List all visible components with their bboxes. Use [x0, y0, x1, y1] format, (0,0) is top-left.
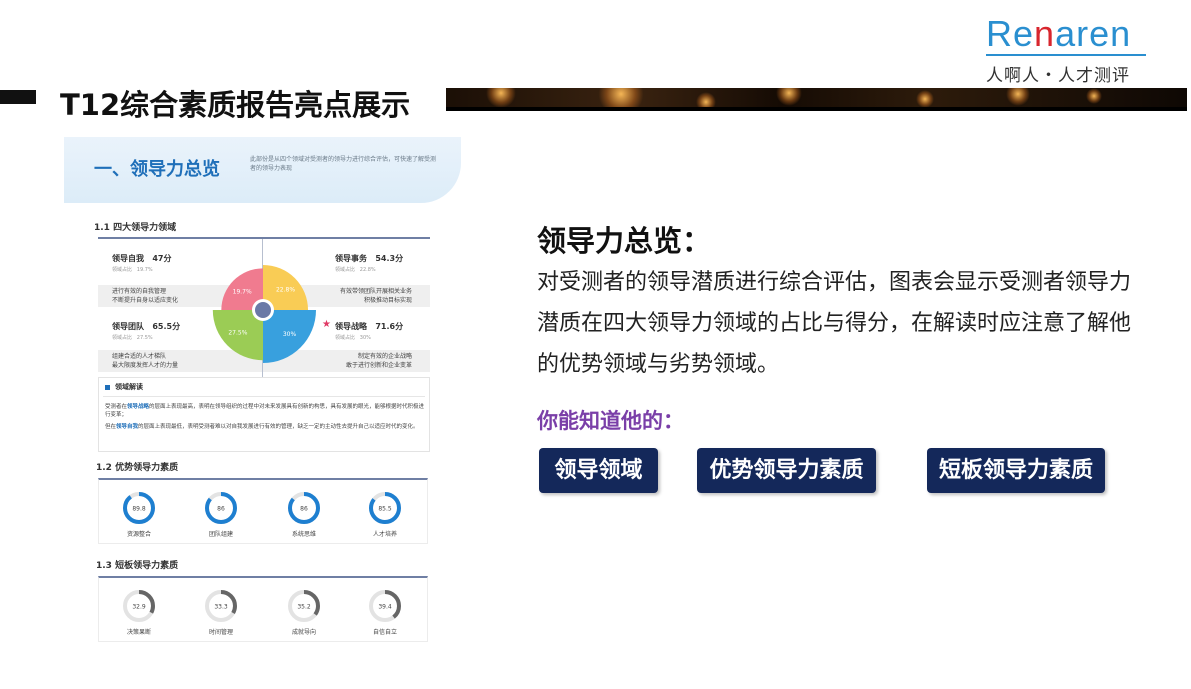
strength-item: 85.5 人才培养	[355, 490, 415, 538]
preview-section-desc: 此部份是从四个领域对受测者的领导力进行综合评估，可快速了解受测者的领导力表现	[250, 156, 437, 172]
strength-ring: 89.8	[123, 492, 155, 524]
weakness-ring-value: 32.9	[132, 604, 146, 611]
strength-ring-value: 86	[217, 506, 225, 513]
quadrant-share-affairs: 领域占比 22.8%	[335, 267, 376, 273]
weakness-ring: 32.9	[123, 590, 155, 622]
interpretation-paragraph-1: 受测者在领导战略的层面上表现最高，表明在领导组织的过程中对未来发展具有创新的构思…	[105, 404, 425, 418]
rose-center-dot	[255, 302, 271, 318]
rose-slice-team-label: 27.5%	[228, 330, 247, 337]
bullet-square-icon	[105, 384, 110, 390]
quadrant-desc-strategy: 制定有效的企业战略 敢于进行创新和企业变革	[345, 353, 412, 369]
strength-ring-value: 86	[300, 506, 308, 513]
weakness-ring-label: 时间管理	[208, 629, 233, 636]
quadrant-name-strategy: 领导战略 71.6分	[335, 322, 404, 331]
sec3-label: 1.3 短板领导力素质	[96, 561, 179, 571]
weakness-item: 39.4 自信自立	[355, 588, 415, 636]
weakness-ring-value: 33.3	[214, 604, 228, 611]
overview-description: 对受测者的领导潜质进行综合评估，图表会显示受测者领导力潜质在四大领导力领域的占比…	[537, 270, 1132, 377]
rose-slice-affairs-label: 22.8%	[276, 287, 295, 294]
weakness-ring: 33.3	[205, 590, 237, 622]
weakness-item: 32.9 决策果断	[109, 588, 169, 636]
strength-item: 86 团队组建	[191, 490, 251, 538]
strength-ring-label: 资源整合	[126, 531, 151, 538]
title-banner-shadow	[446, 107, 1187, 111]
title-accent-bar	[0, 90, 36, 104]
strength-item: 89.8 资源整合	[109, 490, 169, 538]
weakness-ring-label: 成就导向	[291, 629, 316, 636]
interpretation-panel: 领域解读 受测者在领导战略的层面上表现最高，表明在领导组织的过程中对未来发展具有…	[98, 377, 430, 452]
weakness-item: 35.2 成就导向	[274, 588, 334, 636]
sec2-label: 1.2 优势领导力素质	[96, 463, 179, 473]
strength-ring-label: 人才培养	[372, 531, 397, 538]
sec1-label: 1.1 四大领导力领域	[94, 223, 177, 233]
overview-heading: 领导力总览：	[537, 224, 712, 258]
strength-ring-label: 系统思维	[291, 531, 316, 538]
weakness-ring-panel: 32.9 决策果断 33.3 时间管理 35.2 成就导向 39.4 自信自立	[98, 576, 428, 642]
weakness-item: 33.3 时间管理	[191, 588, 251, 636]
strength-ring-label: 团队组建	[208, 531, 233, 538]
strength-ring-value: 89.8	[132, 506, 146, 513]
strength-ring: 86	[205, 492, 237, 524]
quadrant-rose-chart: 19.7% 22.8% 27.5% 30%	[208, 241, 320, 379]
weakness-ring-label: 自信自立	[372, 629, 397, 636]
quadrant-share-strategy: 领域占比 30%	[335, 335, 371, 341]
pill-strength-qualities: 优势领导力素质	[697, 448, 876, 493]
rose-slice-strategy-label: 30%	[283, 331, 297, 338]
weakness-ring: 35.2	[288, 590, 320, 622]
weakness-ring-value: 39.4	[378, 604, 392, 611]
quadrant-share-self: 领域占比 19.7%	[112, 267, 153, 273]
quadrant-share-team: 领域占比 27.5%	[112, 335, 153, 341]
strength-ring: 86	[288, 492, 320, 524]
strength-ring-value: 85.5	[378, 506, 392, 513]
quadrant-desc-team: 组建合适的人才梯队 最大限度发挥人才的力量	[112, 353, 179, 369]
quadrant-name-team: 领导团队 65.5分	[112, 322, 181, 331]
rose-slice-self-label: 19.7%	[233, 288, 252, 295]
logo-tagline: 人啊人・人才测评	[986, 66, 1130, 86]
quadrant-desc-self: 进行有效的自我管理 不断提升自身以适应变化	[112, 288, 179, 304]
interpretation-paragraph-2: 但在领导自我的层面上表现最低，表明受测者难以对自我发展进行有效的管理，缺乏一定的…	[105, 424, 419, 430]
renaren-logo: Renaren 人啊人・人才测评	[986, 14, 1156, 86]
weakness-ring-label: 决策果断	[126, 629, 151, 636]
strength-ring-panel: 89.8 资源整合 86 团队组建 86 系统思维 85.5 人才培养	[98, 478, 428, 544]
logo-wordmark: Renaren	[986, 13, 1132, 54]
preview-header: 一、领导力总览 此部份是从四个领域对受测者的领导力进行综合评估，可快速了解受测者…	[64, 137, 461, 203]
weakness-ring: 39.4	[369, 590, 401, 622]
preview-section-title: 一、领导力总览	[94, 159, 220, 180]
logo-underline	[986, 54, 1146, 56]
strength-item: 86 系统思维	[274, 490, 334, 538]
pill-weakness-qualities: 短板领导力素质	[927, 448, 1105, 493]
star-icon: ★	[322, 319, 331, 330]
weakness-ring-value: 35.2	[297, 604, 311, 611]
pill-leadership-domain: 领导领域	[539, 448, 658, 493]
quadrant-desc-affairs: 有效带领团队开展相关业务 积极推动目标实现	[339, 288, 412, 304]
quadrant-name-affairs: 领导事务 54.3分	[335, 254, 404, 263]
interpretation-heading: 领域解读	[105, 382, 143, 392]
quadrant-panel: 领导自我 47分 领域占比 19.7% 进行有效的自我管理 不断提升自身以适应变化…	[98, 237, 430, 377]
you-can-know-label: 你能知道他的：	[537, 409, 684, 433]
interpretation-divider	[103, 396, 425, 397]
strength-ring: 85.5	[369, 492, 401, 524]
quadrant-name-self: 领导自我 47分	[112, 254, 172, 263]
page-title: T12综合素质报告亮点展示	[60, 88, 411, 122]
